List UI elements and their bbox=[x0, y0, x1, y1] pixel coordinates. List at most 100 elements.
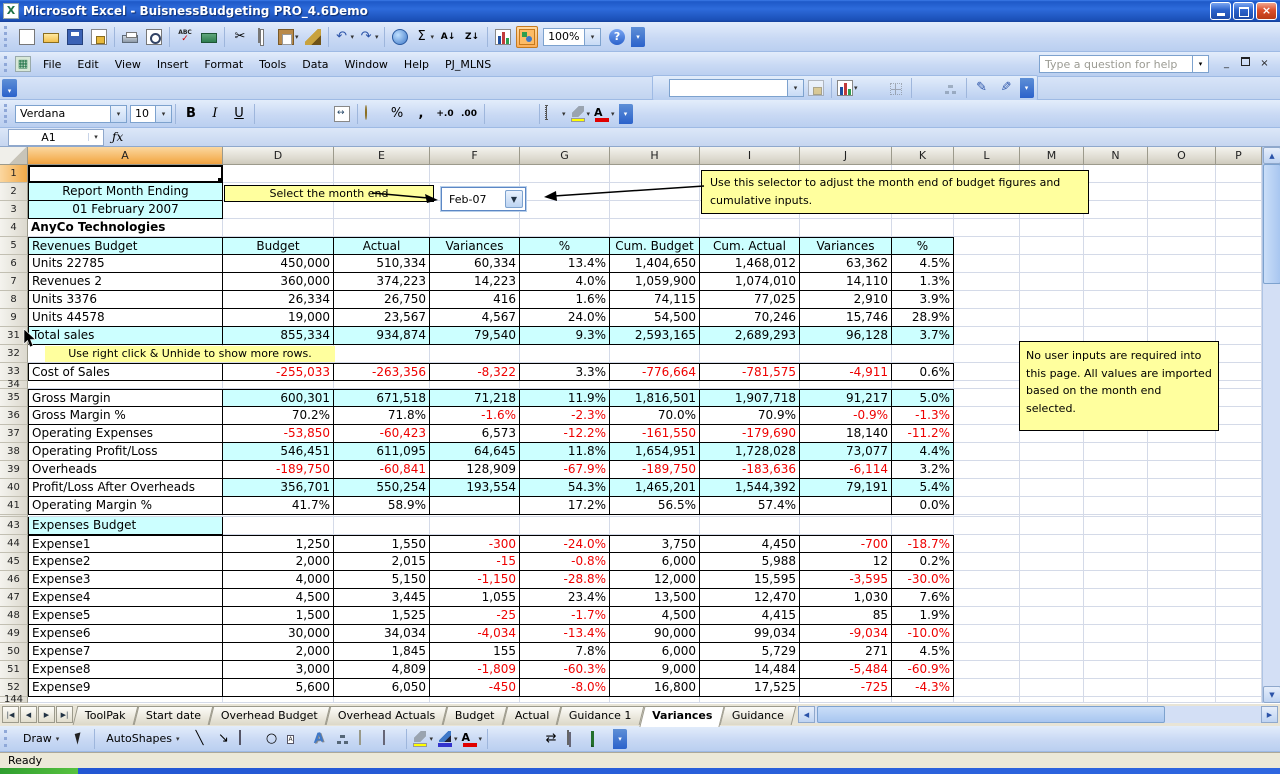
cell-M47[interactable] bbox=[1020, 589, 1084, 607]
cell-J43[interactable] bbox=[800, 517, 892, 535]
cell-O8[interactable] bbox=[1148, 291, 1216, 309]
cell-E33[interactable]: -263,356 bbox=[334, 363, 430, 381]
cell-P51[interactable] bbox=[1216, 661, 1262, 679]
cell-A5[interactable]: Revenues Budget bbox=[28, 237, 223, 255]
cell-M48[interactable] bbox=[1020, 607, 1084, 625]
cell-F46[interactable]: -1,150 bbox=[430, 571, 520, 589]
cell-P43[interactable] bbox=[1216, 517, 1262, 535]
clip-art-button[interactable] bbox=[356, 728, 378, 750]
column-header-F[interactable]: F bbox=[430, 147, 520, 165]
column-header-M[interactable]: M bbox=[1020, 147, 1084, 165]
cell-F47[interactable]: 1,055 bbox=[430, 589, 520, 607]
zoom-combo[interactable]: 100% ▾ bbox=[543, 28, 601, 46]
cell-J34[interactable] bbox=[800, 381, 892, 389]
print-preview-button[interactable] bbox=[143, 26, 165, 48]
cell-E36[interactable]: 71.8% bbox=[334, 407, 430, 425]
cell-I51[interactable]: 14,484 bbox=[700, 661, 800, 679]
cell-N48[interactable] bbox=[1084, 607, 1148, 625]
cell-K32[interactable] bbox=[892, 345, 954, 363]
cell-A38[interactable]: Operating Profit/Loss bbox=[28, 443, 223, 461]
cell-P4[interactable] bbox=[1216, 219, 1262, 237]
column-header-G[interactable]: G bbox=[520, 147, 610, 165]
column-header-J[interactable]: J bbox=[800, 147, 892, 165]
help-question-box[interactable]: Type a question for help ▾ bbox=[1039, 55, 1209, 73]
cell-H34[interactable] bbox=[610, 381, 700, 389]
rectangle-button[interactable] bbox=[236, 728, 258, 750]
cell-L9[interactable] bbox=[954, 309, 1020, 327]
autosum-dropdown[interactable]: ▾ bbox=[431, 33, 435, 41]
cell-I34[interactable] bbox=[700, 381, 800, 389]
cell-I43[interactable] bbox=[700, 517, 800, 535]
merge-center-button[interactable] bbox=[331, 103, 353, 125]
row-header-49[interactable]: 49 bbox=[0, 625, 28, 643]
cell-M38[interactable] bbox=[1020, 443, 1084, 461]
cell-I48[interactable]: 4,415 bbox=[700, 607, 800, 625]
cell-I44[interactable]: 4,450 bbox=[700, 535, 800, 553]
cell-A4[interactable]: AnyCo Technologies bbox=[28, 219, 223, 237]
cell-P31[interactable] bbox=[1216, 327, 1262, 345]
comma-button[interactable]: , bbox=[410, 103, 432, 125]
paste-dropdown[interactable]: ▾ bbox=[295, 33, 299, 41]
cell-G32[interactable] bbox=[520, 345, 610, 363]
row-header-1[interactable]: 1 bbox=[0, 165, 28, 183]
cell-J48[interactable]: 85 bbox=[800, 607, 892, 625]
cell-L49[interactable] bbox=[954, 625, 1020, 643]
cell-H6[interactable]: 1,404,650 bbox=[610, 255, 700, 273]
cell-P37[interactable] bbox=[1216, 425, 1262, 443]
sheet-tab-actual[interactable]: Actual bbox=[502, 706, 561, 725]
cell-N39[interactable] bbox=[1084, 461, 1148, 479]
cell-H43[interactable] bbox=[610, 517, 700, 535]
cell-D46[interactable]: 4,000 bbox=[223, 571, 334, 589]
cell-H38[interactable]: 1,654,951 bbox=[610, 443, 700, 461]
cell-O52[interactable] bbox=[1148, 679, 1216, 697]
hyperlink-button[interactable] bbox=[389, 26, 411, 48]
cell-J36[interactable]: -0.9% bbox=[800, 407, 892, 425]
cell-D50[interactable]: 2,000 bbox=[223, 643, 334, 661]
cell-L33[interactable] bbox=[954, 363, 1020, 381]
row-header-51[interactable]: 51 bbox=[0, 661, 28, 679]
cell-L39[interactable] bbox=[954, 461, 1020, 479]
cell-K36[interactable]: -1.3% bbox=[892, 407, 954, 425]
cell-M9[interactable] bbox=[1020, 309, 1084, 327]
row-header-45[interactable]: 45 bbox=[0, 553, 28, 571]
cell-L4[interactable] bbox=[954, 219, 1020, 237]
cell-E43[interactable] bbox=[334, 517, 430, 535]
shape-font-color-dropdown[interactable]: ▾ bbox=[479, 735, 483, 743]
percent-button[interactable]: % bbox=[386, 103, 408, 125]
cell-D33[interactable]: -255,033 bbox=[223, 363, 334, 381]
last-sheet-button[interactable]: ▶| bbox=[56, 706, 73, 723]
cell-N44[interactable] bbox=[1084, 535, 1148, 553]
cell-J49[interactable]: -9,034 bbox=[800, 625, 892, 643]
cell-J37[interactable]: 18,140 bbox=[800, 425, 892, 443]
scroll-left-button[interactable]: ◀ bbox=[798, 706, 815, 723]
column-header-P[interactable]: P bbox=[1216, 147, 1262, 165]
diagram-button[interactable] bbox=[332, 728, 354, 750]
cell-E6[interactable]: 510,334 bbox=[334, 255, 430, 273]
cell-F48[interactable]: -25 bbox=[430, 607, 520, 625]
cell-G36[interactable]: -2.3% bbox=[520, 407, 610, 425]
cell-D8[interactable]: 26,334 bbox=[223, 291, 334, 309]
cell-E51[interactable]: 4,809 bbox=[334, 661, 430, 679]
redo-dropdown[interactable]: ▾ bbox=[375, 33, 379, 41]
cell-G4[interactable] bbox=[520, 219, 610, 237]
cell-K37[interactable]: -11.2% bbox=[892, 425, 954, 443]
line-color-button[interactable]: ▾ bbox=[436, 728, 459, 750]
cell-D38[interactable]: 546,451 bbox=[223, 443, 334, 461]
cell-L36[interactable] bbox=[954, 407, 1020, 425]
unhide-note[interactable]: Use right click & Unhide to show more ro… bbox=[45, 346, 335, 362]
pencil-button-1[interactable]: ✎ bbox=[971, 77, 993, 99]
cell-J51[interactable]: -5,484 bbox=[800, 661, 892, 679]
cell-O46[interactable] bbox=[1148, 571, 1216, 589]
cell-K45[interactable]: 0.2% bbox=[892, 553, 954, 571]
help-button[interactable]: ? bbox=[606, 26, 628, 48]
workbook-restore-button[interactable] bbox=[1238, 57, 1253, 71]
cell-I40[interactable]: 1,544,392 bbox=[700, 479, 800, 497]
cell-K33[interactable]: 0.6% bbox=[892, 363, 954, 381]
cell-F6[interactable]: 60,334 bbox=[430, 255, 520, 273]
spelling-button[interactable]: ABC bbox=[174, 26, 196, 48]
italic-button[interactable]: I bbox=[204, 103, 226, 125]
floating-toolbar-options[interactable]: ▾ bbox=[1020, 78, 1034, 98]
cell-F38[interactable]: 64,645 bbox=[430, 443, 520, 461]
three-d-style-button[interactable] bbox=[588, 728, 610, 750]
cell-E32[interactable] bbox=[334, 345, 430, 363]
